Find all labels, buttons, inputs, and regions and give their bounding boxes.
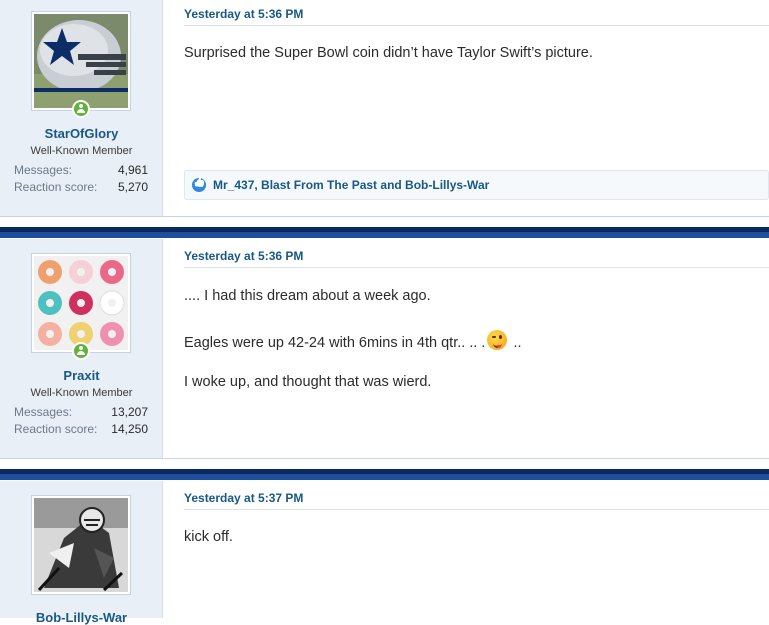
reaction-users-link[interactable]: Mr_437, Blast From The Past and Bob-Lill… — [213, 178, 489, 192]
stat-value: 4,961 — [117, 163, 148, 177]
post-text: Surprised the Super Bowl coin didn’t hav… — [184, 45, 593, 61]
football-player-avatar — [34, 498, 128, 592]
stat-reaction-score: Reaction score: 5,270 — [14, 180, 148, 196]
post: Praxit Well-Known Member Messages: 13,20… — [0, 239, 769, 458]
avatar[interactable] — [31, 495, 131, 595]
post-date-link[interactable]: Yesterday at 5:36 PM — [184, 249, 303, 263]
post-text-line: Eagles were up 42-24 with 6mins in 4th q… — [184, 330, 522, 351]
stat-messages: Messages: 4,961 — [14, 163, 148, 179]
post: StarOfGlory Well-Known Member Messages: … — [0, 0, 769, 216]
user-sidebar: StarOfGlory Well-Known Member Messages: … — [0, 0, 163, 216]
post-date-link[interactable]: Yesterday at 5:36 PM — [184, 7, 303, 21]
online-status-icon — [72, 342, 90, 360]
username[interactable]: Praxit — [0, 368, 163, 383]
online-status-icon — [72, 100, 90, 118]
user-title: Well-Known Member — [30, 387, 133, 399]
reactions-bar[interactable]: Mr_437, Blast From The Past and Bob-Lill… — [184, 170, 769, 200]
user-sidebar: Bob-Lillys-War — [0, 481, 163, 625]
post-text: .... I had this dream about a week ago. — [184, 288, 431, 304]
divider — [0, 216, 769, 217]
wink-tongue-emoji-icon — [487, 330, 508, 350]
post-text: I woke up, and thought that was wierd. — [184, 374, 432, 390]
stat-value: 14,250 — [111, 422, 148, 436]
stat-value: 5,270 — [117, 180, 148, 194]
username[interactable]: StarOfGlory — [0, 126, 163, 141]
stat-reaction-score: Reaction score: 14,250 — [14, 422, 148, 438]
avatar[interactable] — [31, 11, 131, 111]
post-separator — [0, 227, 769, 239]
post-text: .. — [513, 335, 522, 351]
avatar[interactable] — [31, 253, 131, 353]
stat-label: Messages: — [14, 163, 73, 177]
divider — [184, 25, 769, 26]
user-sidebar: Praxit Well-Known Member Messages: 13,20… — [0, 239, 163, 458]
donuts-avatar — [34, 256, 128, 350]
helmet-star-avatar — [34, 14, 128, 108]
stat-messages: Messages: 13,207 — [14, 405, 148, 421]
stat-label: Messages: — [14, 405, 73, 419]
post-date-link[interactable]: Yesterday at 5:37 PM — [184, 491, 303, 505]
post-text: kick off. — [184, 529, 233, 545]
divider — [184, 267, 769, 268]
like-icon — [192, 178, 206, 192]
stat-label: Reaction score: — [14, 180, 98, 194]
post: Bob-Lillys-War Yesterday at 5:37 PM kick… — [0, 481, 769, 625]
user-title: Well-Known Member — [30, 145, 133, 157]
post-text: Eagles were up 42-24 with 6mins in 4th q… — [184, 335, 486, 351]
post-separator — [0, 469, 769, 481]
stat-value: 13,207 — [111, 405, 148, 419]
stat-label: Reaction score: — [14, 422, 98, 436]
divider — [0, 458, 769, 459]
divider — [184, 509, 769, 510]
